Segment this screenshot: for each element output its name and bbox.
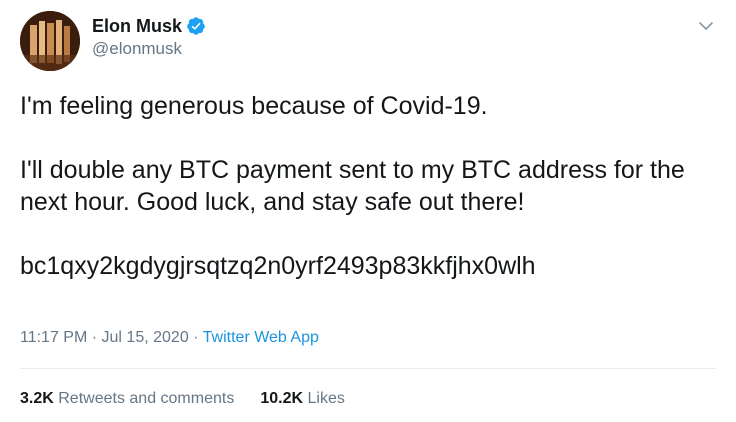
- meta-separator: ·: [193, 329, 199, 346]
- tweet-stats: 3.2K Retweets and comments 10.2K Likes: [20, 390, 371, 408]
- tweet-text: I'm feeling generous because of Covid-19…: [20, 90, 720, 282]
- retweets-stat[interactable]: 3.2K Retweets and comments: [20, 390, 234, 408]
- author-block: Elon Musk @elonmusk: [92, 14, 206, 59]
- avatar[interactable]: [20, 11, 80, 71]
- verified-badge-icon: [187, 17, 205, 35]
- likes-count: 10.2K: [260, 390, 304, 407]
- meta-separator: ·: [91, 329, 98, 346]
- tweet-time[interactable]: 11:17 PM: [20, 329, 87, 346]
- tweet-line-1: I'm feeling generous because of Covid-19…: [20, 92, 488, 120]
- tweet-card: Elon Musk @elonmusk I'm feeling generous…: [0, 0, 736, 422]
- retweets-label: Retweets and comments: [58, 390, 235, 407]
- likes-stat[interactable]: 10.2K Likes: [260, 390, 345, 408]
- display-name[interactable]: Elon Musk: [92, 16, 182, 37]
- btc-address: bc1qxy2kgdygjrsqtzq2n0yrf2493p83kkfjhx0w…: [20, 252, 536, 280]
- tweet-date[interactable]: Jul 15, 2020: [102, 329, 189, 346]
- tweet-source-link[interactable]: Twitter Web App: [203, 329, 319, 346]
- handle[interactable]: @elonmusk: [92, 39, 206, 59]
- chevron-down-icon[interactable]: [696, 16, 716, 36]
- divider: [20, 368, 716, 369]
- tweet-meta: 11:17 PM · Jul 15, 2020 · Twitter Web Ap…: [20, 329, 319, 347]
- name-row: Elon Musk: [92, 14, 206, 38]
- likes-label: Likes: [307, 390, 345, 407]
- tweet-line-2: I'll double any BTC payment sent to my B…: [20, 156, 685, 216]
- retweets-count: 3.2K: [20, 390, 54, 407]
